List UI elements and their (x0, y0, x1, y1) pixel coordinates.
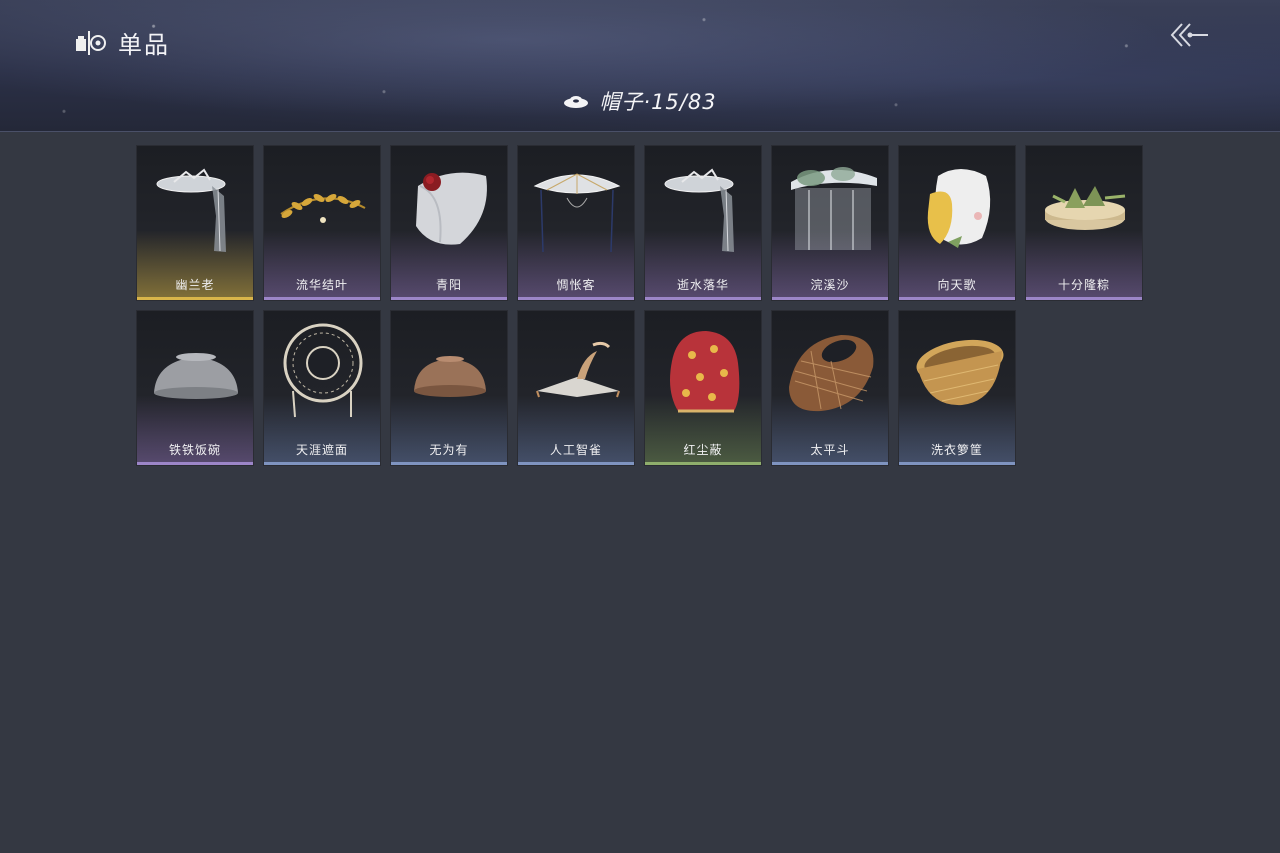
item-card[interactable]: 天涯遮面 (263, 310, 381, 466)
category-header: 帽子·15/83 (0, 86, 1280, 116)
woven-frame-hat-icon (283, 323, 363, 418)
item-card[interactable]: 流华结叶 (263, 145, 381, 301)
item-name: 太平斗 (810, 443, 850, 457)
item-name: 惆怅客 (556, 278, 596, 292)
goose-hood-icon (927, 169, 991, 248)
top-bar: 单品 帽子·15/83 (0, 0, 1280, 132)
item-name: 天涯遮面 (295, 443, 348, 457)
white-bamboo-hat-icon (533, 173, 621, 253)
golden-leaf-circlet-icon (280, 194, 366, 223)
bird-flat-hat-icon (536, 341, 620, 398)
iron-bowl-icon (154, 353, 238, 399)
red-cloth-hood-icon (670, 331, 740, 413)
item-name: 无为有 (429, 443, 469, 457)
silver-veiled-hat-icon (664, 168, 734, 252)
item-card[interactable]: 逝水落华 (644, 145, 762, 301)
clay-bowl-hat-icon (414, 356, 486, 397)
wicker-basket-hat-icon (789, 335, 874, 412)
item-name: 红尘蔽 (683, 443, 723, 457)
item-card[interactable]: 铁铁饭碗 (136, 310, 254, 466)
page-title-group: 单品 (74, 26, 170, 59)
back-arrow-icon[interactable] (1166, 20, 1210, 50)
category-count: 帽子·15/83 (599, 90, 717, 114)
item-card[interactable]: 人工智雀 (517, 310, 635, 466)
item-card[interactable]: 幽兰老 (136, 145, 254, 301)
silver-veiled-hat-icon (156, 168, 226, 252)
item-card[interactable]: 向天歌 (898, 145, 1016, 301)
item-grid: 幽兰老 流华结叶 青阳 惆怅客 逝水落华 浣溪沙 向天歌 十分隆粽 铁铁饭碗 天… (136, 145, 1143, 466)
hat-icon (564, 96, 589, 108)
page-title: 单品 (118, 30, 170, 59)
item-name: 洗衣箩筐 (930, 443, 983, 457)
item-card[interactable]: 惆怅客 (517, 145, 635, 301)
lotus-veil-hat-icon (791, 167, 877, 250)
zongzi-steamer-icon (1045, 186, 1126, 230)
item-card[interactable]: 红尘蔽 (644, 310, 762, 466)
item-card[interactable]: 无为有 (390, 310, 508, 466)
item-name: 流华结叶 (295, 278, 348, 292)
wicker-basket-icon (916, 339, 1004, 406)
item-name: 青阳 (435, 278, 462, 292)
item-name: 向天歌 (937, 278, 977, 292)
item-name: 铁铁饭碗 (168, 443, 221, 457)
item-card[interactable]: 浣溪沙 (771, 145, 889, 301)
item-name: 逝水落华 (676, 278, 729, 292)
item-name: 浣溪沙 (810, 278, 850, 292)
item-card[interactable]: 青阳 (390, 145, 508, 301)
item-name: 十分隆粽 (1057, 278, 1110, 292)
white-hood-red-flower-icon (416, 172, 487, 245)
item-name: 人工智雀 (549, 443, 602, 457)
item-name: 幽兰老 (175, 278, 215, 292)
wardrobe-icon (76, 31, 106, 55)
item-card[interactable]: 洗衣箩筐 (898, 310, 1016, 466)
item-card[interactable]: 太平斗 (771, 310, 889, 466)
item-card[interactable]: 十分隆粽 (1025, 145, 1143, 301)
